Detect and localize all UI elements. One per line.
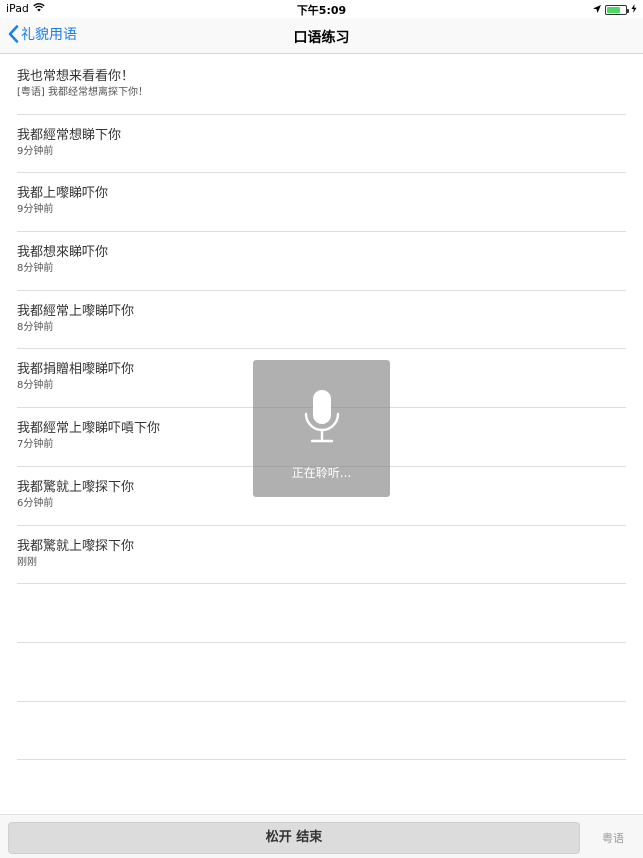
list-item[interactable]: 我都上嚟睇吓你 9分钟前: [17, 173, 626, 233]
bottom-bar: 松开 结束 粤语: [0, 814, 643, 858]
list-item-subtitle: 9分钟前: [17, 204, 54, 216]
back-button[interactable]: 礼貌用语: [8, 24, 77, 44]
navigation-bar: 礼貌用语 口语练习: [0, 18, 643, 54]
location-arrow-icon: [593, 3, 601, 16]
back-button-label: 礼貌用语: [21, 27, 77, 43]
list-item[interactable]: 我都經常想睇下你 9分钟前: [17, 115, 626, 174]
list-item-text: 我都經常想睇下你: [17, 127, 122, 143]
status-right: [593, 3, 637, 16]
list-item-subtitle: 刚刚: [17, 556, 37, 568]
list-item-text: 我都上嚟睇吓你: [17, 186, 109, 202]
listening-label: 正在聆听...: [291, 466, 352, 480]
page-title: 口语练习: [293, 30, 350, 46]
battery-icon: [605, 4, 629, 15]
charging-bolt-icon: [631, 3, 637, 16]
list-item[interactable]: 我都想來睇吓你 8分钟前: [17, 232, 626, 291]
release-to-end-button[interactable]: 松开 结束: [8, 822, 580, 854]
list-item-subtitle: 6分钟前: [17, 497, 54, 509]
empty-row: [17, 702, 626, 761]
list-item-subtitle: [粤语] 我都经常想离探下你！: [17, 87, 148, 98]
status-time: 下午5:09: [296, 4, 347, 17]
list-item-text: 我也常想来看看你！: [17, 69, 135, 84]
empty-row: [17, 643, 626, 702]
language-toggle-button[interactable]: 粤语: [602, 830, 624, 846]
list-item-subtitle: 8分钟前: [17, 263, 54, 275]
empty-row: [17, 584, 626, 643]
chevron-left-icon: [8, 25, 19, 43]
microphone-icon: [304, 390, 339, 443]
list-item[interactable]: 我也常想来看看你！ [粤语] 我都经常想离探下你！: [17, 56, 626, 115]
list-item[interactable]: 我都驚就上嚟探下你 刚刚: [17, 526, 626, 585]
listening-overlay: 正在聆听...: [253, 360, 390, 497]
list-item-subtitle: 8分钟前: [17, 321, 54, 333]
list-item-text: 我都想來睇吓你: [17, 245, 109, 261]
status-bar: iPad 下午5:09: [0, 0, 643, 18]
list-item-text: 我都驚就上嚟探下你: [17, 538, 135, 554]
list-item-subtitle: 9分钟前: [17, 145, 54, 157]
list-item-text: 我都經常上嚟睇吓你: [17, 303, 135, 319]
list-item[interactable]: 我都經常上嚟睇吓你 8分钟前: [17, 291, 626, 350]
